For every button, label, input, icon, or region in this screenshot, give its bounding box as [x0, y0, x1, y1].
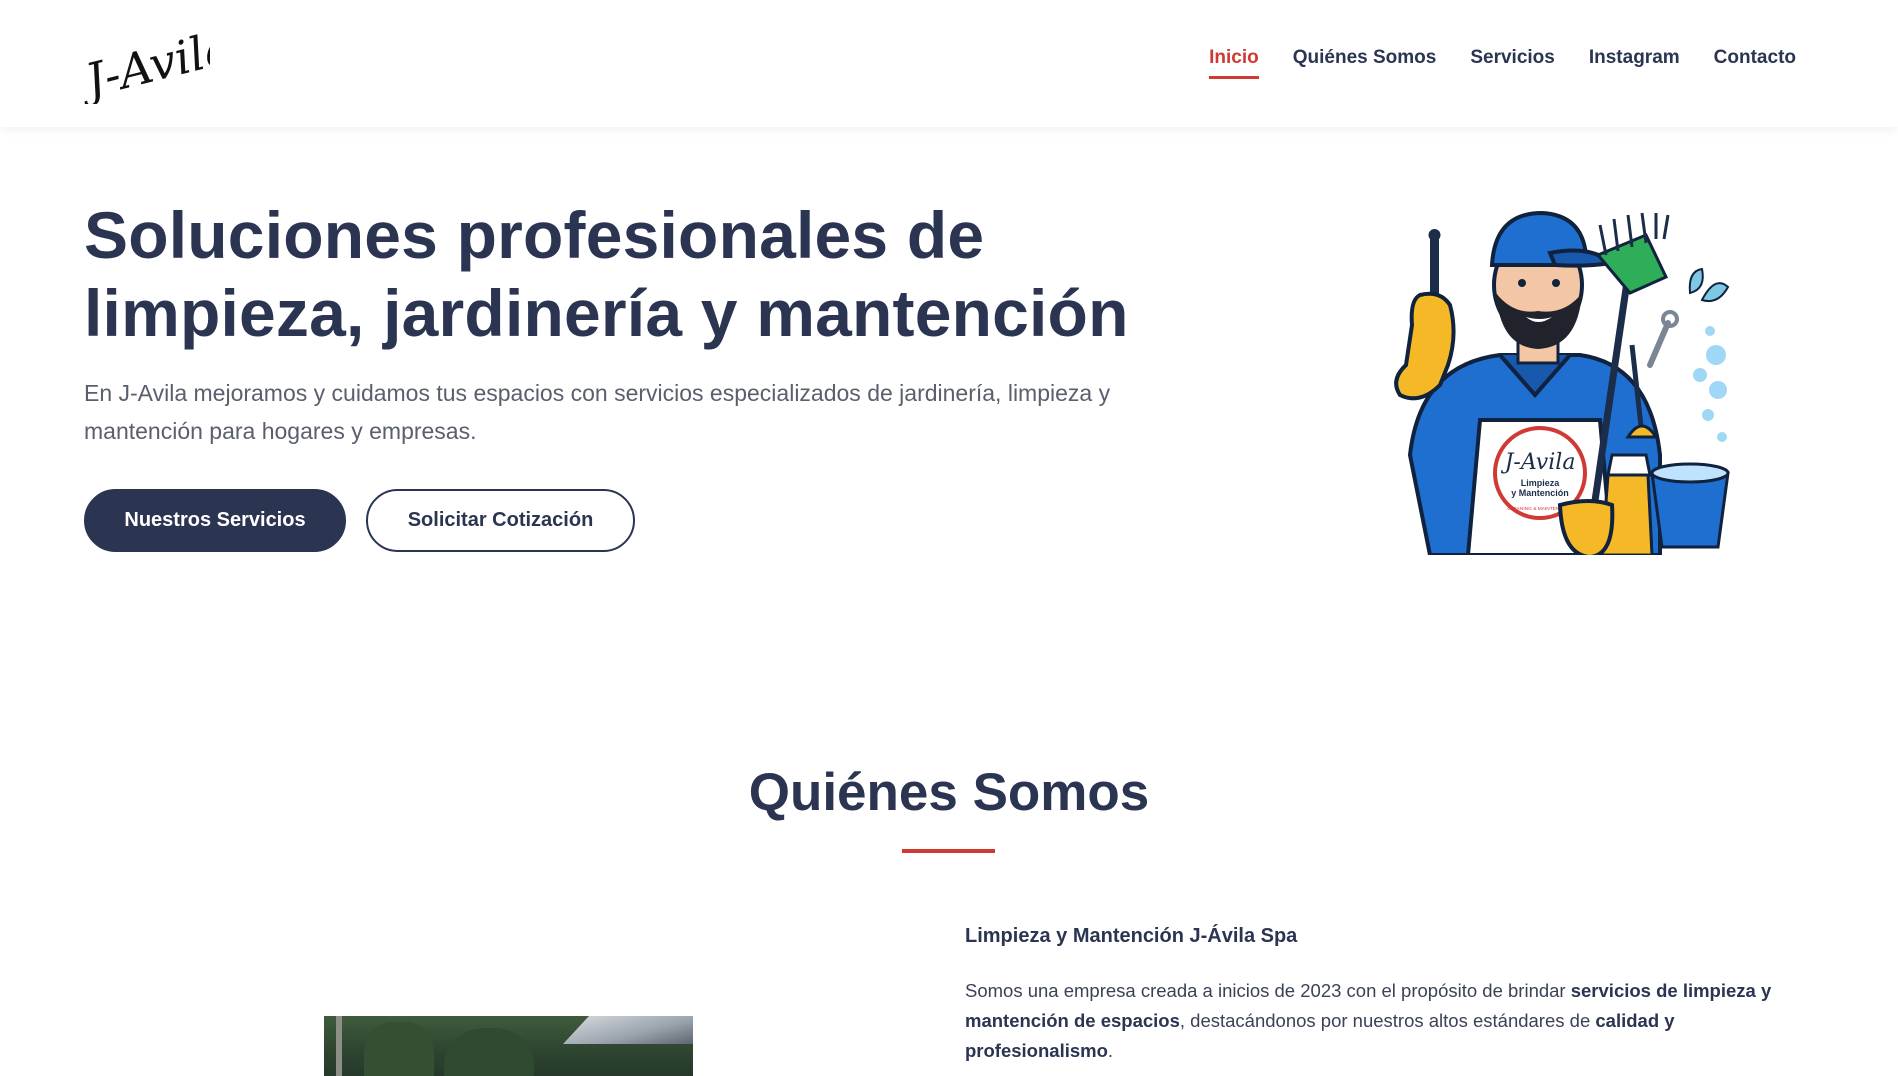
spray-nozzle: [1606, 453, 1652, 477]
about-photo: [324, 1016, 693, 1076]
nav-link-contacto[interactable]: Contacto: [1714, 47, 1796, 79]
bucket-water: [1650, 462, 1730, 484]
nav-link-quienes-somos[interactable]: Quiénes Somos: [1293, 47, 1437, 79]
about-description: Somos una empresa creada a inicios de 20…: [965, 976, 1795, 1066]
nav-link-instagram[interactable]: Instagram: [1589, 47, 1680, 79]
nav-link-inicio[interactable]: Inicio: [1209, 47, 1259, 79]
site-header: J-Avila Inicio Quiénes Somos Servicios I…: [0, 0, 1898, 127]
cleaning-worker-illustration: J-Avila Limpieza y Mantención CLEANING &…: [1394, 210, 1730, 555]
our-services-button[interactable]: Nuestros Servicios: [84, 489, 346, 552]
about-title: Quiénes Somos: [748, 763, 1150, 822]
hero-title-line-1: Soluciones profesionales de: [84, 198, 985, 272]
photo-tree: [364, 1022, 434, 1076]
photo-roof: [563, 1016, 693, 1044]
hero-title: Soluciones profesionales de limpieza, ja…: [84, 196, 1264, 352]
apron-sub-1: Limpieza: [1521, 478, 1561, 488]
apron-sub-2: y Mantención: [1511, 488, 1569, 498]
bucket: [1650, 471, 1730, 549]
bubble-icon-2: [1693, 368, 1707, 382]
bubble-icon-3: [1709, 381, 1727, 399]
request-quote-button[interactable]: Solicitar Cotización: [366, 489, 635, 552]
apron-logo-text: J-Avila: [1501, 450, 1576, 475]
leaf-icon-2: [1688, 267, 1704, 295]
photo-post: [336, 1016, 342, 1076]
leaf-icon: [1700, 282, 1730, 303]
worker-eye-right: [1552, 279, 1560, 287]
about-text-part-1: Somos una empresa creada a inicios de 20…: [965, 980, 1571, 1001]
worker-eye-left: [1518, 279, 1526, 287]
brand-logo[interactable]: J-Avila: [80, 14, 210, 104]
about-text-part-2: , destacándonos por nuestros altos están…: [1179, 1010, 1596, 1031]
brand-logo-text: J-Avila: [80, 19, 210, 104]
nav-link-servicios[interactable]: Servicios: [1470, 47, 1555, 79]
bubble-icon-4: [1702, 409, 1714, 421]
hero-title-line-2: limpieza, jardinería y mantención: [84, 276, 1129, 350]
bubble-icon-5: [1717, 432, 1727, 442]
bubble-icon-1: [1706, 345, 1726, 365]
hero-subtitle: En J-Avila mejoramos y cuidamos tus espa…: [84, 380, 1111, 444]
mop-pole-top: [1428, 229, 1441, 241]
wrench-icon: [1647, 320, 1671, 368]
bubble-icon-6: [1705, 326, 1715, 336]
photo-tree-2: [444, 1028, 534, 1076]
about-company-heading: Limpieza y Mantención J-Ávila Spa: [965, 925, 1298, 947]
about-text-part-3: .: [1107, 1040, 1114, 1061]
about-title-divider: [902, 849, 995, 853]
main-nav: Inicio Quiénes Somos Servicios Instagram…: [1209, 47, 1796, 79]
